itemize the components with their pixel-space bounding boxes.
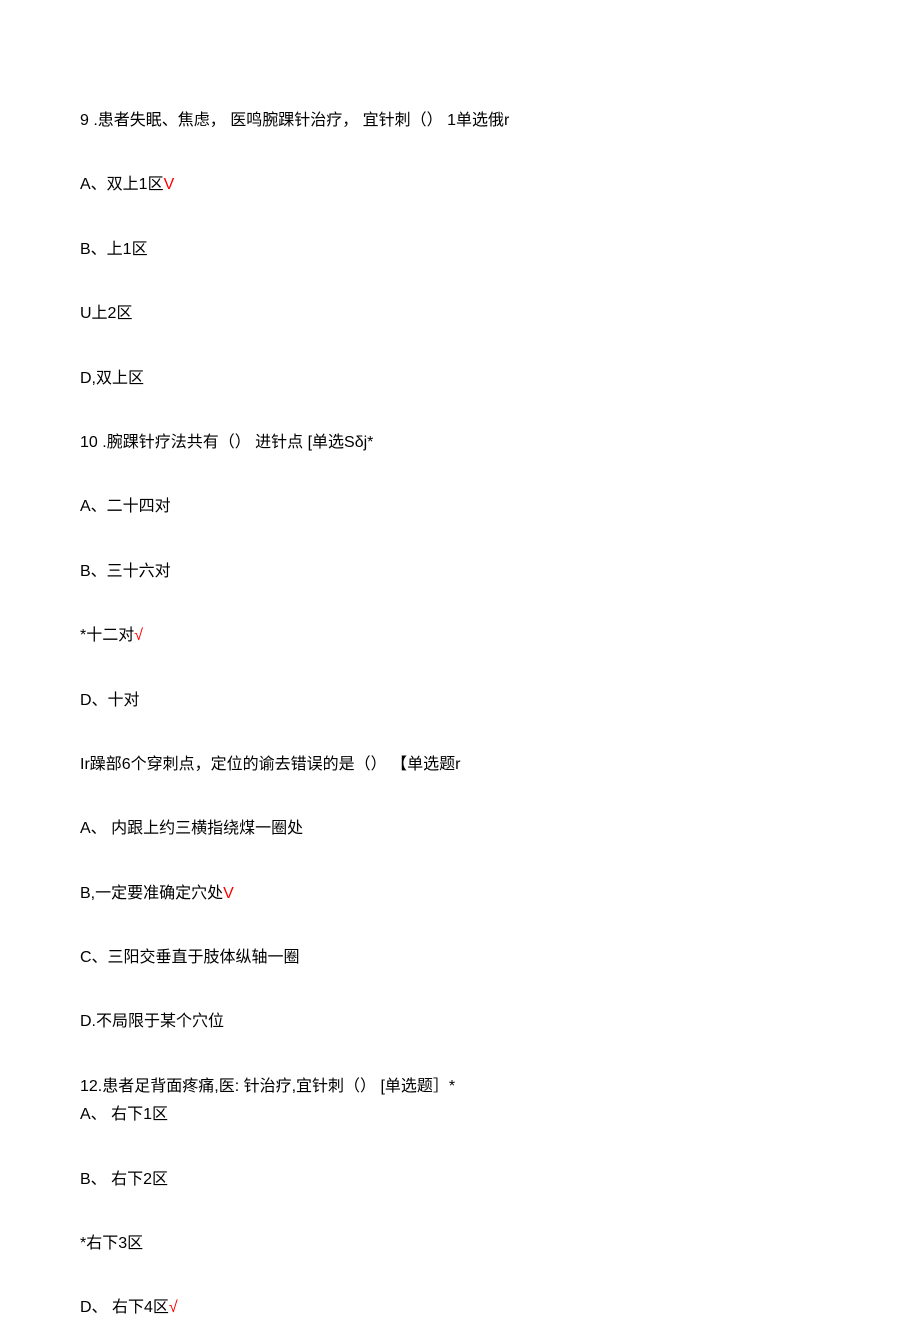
question-10-text: 10 .腕踝针疗法共有（） 进针点 [单选Sδj* <box>80 434 373 451</box>
q9-option-a: A、双上1区V <box>80 174 840 196</box>
q9-a-text: A、双上1区 <box>80 176 164 193</box>
q9-b-text: B、上1区 <box>80 241 148 258</box>
q11-option-b: B,一定要准确定穴处V <box>80 883 840 905</box>
q11-a-text: A、 内跟上约三横指绕煤一圈处 <box>80 820 303 837</box>
q12-option-b: B、 右下2区 <box>80 1169 840 1191</box>
q11-d-text: D.不局限于某个穴位 <box>80 1013 224 1030</box>
q11-option-a: A、 内跟上约三横指绕煤一圈处 <box>80 818 840 840</box>
q12-a-text: A、 右下1区 <box>80 1106 168 1123</box>
q10-option-b: B、三十六对 <box>80 561 840 583</box>
q12-b-text: B、 右下2区 <box>80 1171 168 1188</box>
q9-d-text: D,双上区 <box>80 370 144 387</box>
q11-b-correct-mark: V <box>223 885 234 902</box>
q11-b-text: B,一定要准确定穴处 <box>80 885 223 902</box>
q9-c-text: U上2区 <box>80 305 132 322</box>
question-12: 12.患者足背面疼痛,医: 针治疗,宜针刺（） [单选题］* <box>80 1076 840 1098</box>
question-11: Ir躁部6个穿刺点，定位的谕去错误的是（） 【单选题r <box>80 754 840 776</box>
question-11-text: Ir躁部6个穿刺点，定位的谕去错误的是（） 【单选题r <box>80 756 460 773</box>
q12-d-text: D、 右下4区 <box>80 1299 169 1316</box>
q10-c-correct-mark: √ <box>134 627 143 644</box>
question-10: 10 .腕踝针疗法共有（） 进针点 [单选Sδj* <box>80 432 840 454</box>
q10-b-text: B、三十六对 <box>80 563 171 580</box>
q10-option-c: *十二对√ <box>80 625 840 647</box>
q11-option-c: C、三阳交垂直于肢体纵轴一圈 <box>80 947 840 969</box>
question-9-text: 9 .患者失眠、焦虑， 医鸣腕踝针治疗， 宜针刺（） 1单选俄r <box>80 112 509 129</box>
q9-option-b: B、上1区 <box>80 239 840 261</box>
q10-c-text: *十二对 <box>80 627 134 644</box>
q10-option-a: A、二十四对 <box>80 496 840 518</box>
q10-option-d: D、十对 <box>80 690 840 712</box>
question-12-text: 12.患者足背面疼痛,医: 针治疗,宜针刺（） [单选题］* <box>80 1078 455 1095</box>
q9-option-d: D,双上区 <box>80 368 840 390</box>
question-9: 9 .患者失眠、焦虑， 医鸣腕踝针治疗， 宜针刺（） 1单选俄r <box>80 110 840 132</box>
q11-c-text: C、三阳交垂直于肢体纵轴一圈 <box>80 949 300 966</box>
q10-a-text: A、二十四对 <box>80 498 171 515</box>
q12-d-correct-mark: √ <box>169 1299 178 1316</box>
q9-a-correct-mark: V <box>164 176 175 193</box>
q12-option-c: *右下3区 <box>80 1233 840 1255</box>
q11-option-d: D.不局限于某个穴位 <box>80 1011 840 1033</box>
q12-option-a: A、 右下1区 <box>80 1104 840 1126</box>
q9-option-c: U上2区 <box>80 303 840 325</box>
q12-c-text: *右下3区 <box>80 1235 143 1252</box>
q10-d-text: D、十对 <box>80 692 140 709</box>
